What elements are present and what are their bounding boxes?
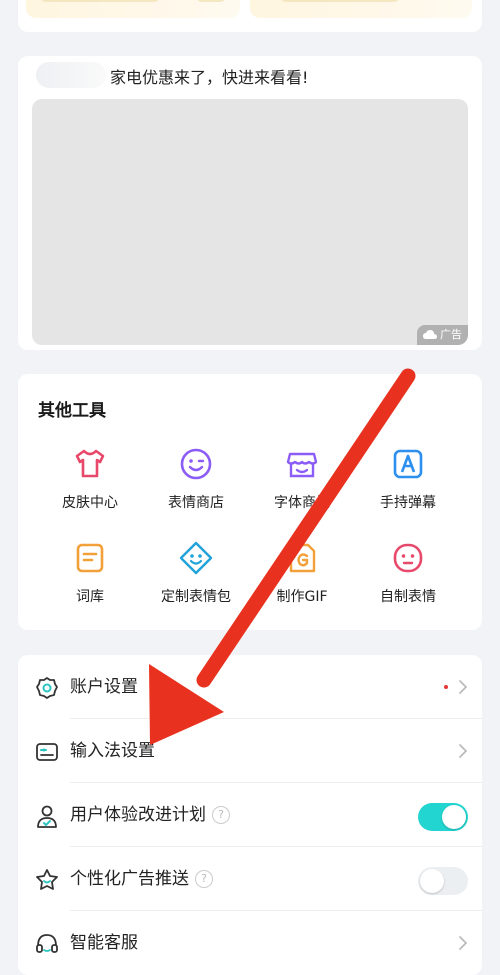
cloud-icon: [423, 330, 437, 339]
settings-label: 用户体验改进计划?: [70, 803, 230, 827]
settings-label: 智能客服: [70, 933, 138, 953]
blurred-text: [40, 0, 160, 2]
tool-custom-sticker[interactable]: 定制表情包: [138, 540, 254, 606]
notification-dot: [444, 685, 448, 689]
settings-label: 输入法设置: [70, 741, 155, 761]
tool-font-mall[interactable]: 字体商城: [244, 446, 360, 512]
personalized-ads-toggle[interactable]: [418, 867, 468, 895]
letter-a-icon: [393, 449, 423, 479]
tool-label: 词库: [76, 589, 104, 605]
tool-label: 皮肤中心: [62, 495, 118, 511]
other-tools-card: 其他工具 皮肤中心 表情商店 字体商城 手持弹幕 词库 定制表情包 制作GIF …: [18, 374, 482, 630]
ad-title: 家电优惠来了，快进来看看!: [110, 68, 309, 87]
settings-row-customer-service[interactable]: 智能客服: [18, 911, 482, 975]
ad-avatar: [36, 62, 106, 88]
tshirt-icon: [75, 449, 105, 478]
chevron-right-icon: [459, 680, 468, 694]
top-promo-right[interactable]: [250, 0, 472, 18]
chevron-right-icon: [459, 936, 468, 950]
tools-section-title: 其他工具: [38, 401, 106, 421]
self-emoji-icon: [393, 543, 423, 573]
chevron-right-icon: [459, 744, 468, 758]
star-badge-icon: [36, 869, 58, 890]
smiley-face-icon: [180, 448, 212, 480]
tool-lexicon[interactable]: 词库: [32, 540, 148, 606]
tool-handheld-barrage[interactable]: 手持弹幕: [350, 446, 466, 512]
user-shield-icon: [37, 805, 57, 828]
tool-label: 手持弹幕: [380, 495, 436, 511]
top-banner-card: [18, 0, 482, 32]
settings-row-personalized-ads: 个性化广告推送?: [18, 847, 482, 911]
settings-label-text: 用户体验改进计划: [70, 805, 206, 825]
tool-make-gif[interactable]: 制作GIF: [244, 540, 360, 606]
ad-image[interactable]: 广告: [32, 99, 468, 345]
toggle-knob: [420, 869, 444, 893]
settings-row-ime[interactable]: 输入法设置: [18, 719, 482, 783]
settings-row-ux-plan: 用户体验改进计划?: [18, 783, 482, 847]
settings-row-account[interactable]: 账户设置: [18, 655, 482, 719]
top-promo-left[interactable]: [26, 0, 240, 18]
document-lines-icon: [76, 543, 104, 573]
tool-skin-center[interactable]: 皮肤中心: [32, 446, 148, 512]
custom-emoji-icon: [179, 541, 213, 575]
tool-self-emoji[interactable]: 自制表情: [350, 540, 466, 606]
settings-label: 账户设置: [70, 677, 138, 697]
ad-tag: 广告: [417, 325, 468, 345]
gif-file-icon: [289, 543, 316, 573]
keyboard-icon: [36, 743, 58, 761]
tool-emoji-store[interactable]: 表情商店: [138, 446, 254, 512]
tool-label: 表情商店: [168, 495, 224, 511]
ad-card[interactable]: 家电优惠来了，快进来看看! 广告: [18, 56, 482, 350]
help-icon[interactable]: ?: [195, 870, 213, 888]
ux-plan-toggle[interactable]: [418, 803, 468, 831]
blurred-text: [196, 0, 226, 2]
store-icon: [286, 452, 318, 478]
headset-icon: [36, 934, 58, 953]
settings-card: 账户设置 输入法设置 用户体验改进计划? 个性化广告推送 ? 智能客服: [18, 655, 482, 975]
settings-label: 个性化广告推送?: [70, 867, 213, 891]
blurred-text: [280, 0, 400, 2]
ad-tag-label: 广告: [440, 328, 462, 341]
settings-label-text: 个性化广告推送: [70, 869, 189, 889]
gear-icon: [36, 677, 58, 699]
tool-label: 字体商城: [274, 495, 330, 511]
tool-label: 制作GIF: [276, 589, 328, 605]
tool-label: 定制表情包: [161, 589, 231, 605]
help-icon[interactable]: ?: [212, 806, 230, 824]
tool-label: 自制表情: [380, 589, 436, 605]
toggle-knob: [442, 805, 466, 829]
